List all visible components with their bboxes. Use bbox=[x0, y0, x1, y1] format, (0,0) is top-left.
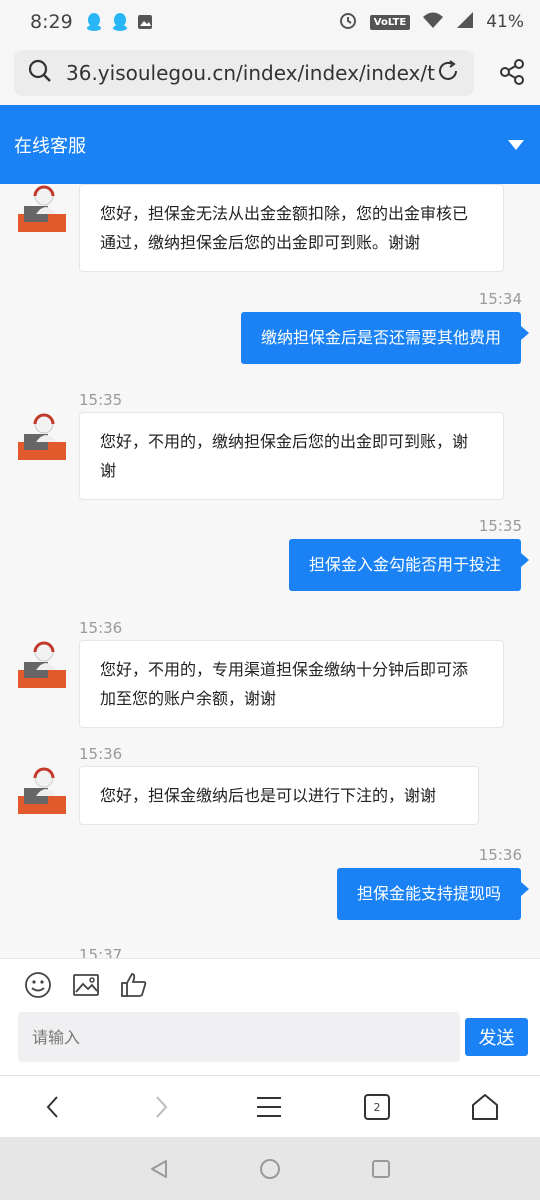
refresh-icon[interactable] bbox=[436, 59, 460, 87]
url-text[interactable]: 36.yisoulegou.cn/index/index/index/t bbox=[66, 61, 436, 85]
search-icon bbox=[28, 59, 52, 87]
composer-tools bbox=[24, 971, 148, 999]
chevron-down-icon[interactable] bbox=[508, 139, 524, 150]
battery-level: 41% bbox=[486, 12, 524, 32]
agent-avatar bbox=[18, 640, 66, 688]
thumbs-up-icon[interactable] bbox=[120, 971, 148, 999]
message-bubble-incoming: 您好，不用的，缴纳担保金后您的出金即可到账，谢谢 bbox=[79, 412, 504, 500]
menu-icon[interactable] bbox=[254, 1092, 284, 1122]
message-time: 15:36 bbox=[478, 846, 522, 864]
signal-icon bbox=[456, 11, 474, 34]
image-icon[interactable] bbox=[72, 971, 100, 999]
volte-badge: VoLTE bbox=[369, 14, 411, 30]
chat-list[interactable]: 您好，担保金无法从出金金额扣除，您的出金审核已通过，缴纳担保金后您的出金即可到账… bbox=[0, 184, 540, 958]
emoji-icon[interactable] bbox=[24, 971, 52, 999]
message-time: 15:34 bbox=[478, 290, 522, 308]
system-navigation-bar bbox=[0, 1137, 540, 1200]
message-time: 15:37 bbox=[79, 946, 123, 958]
status-right: VoLTE 41% bbox=[338, 10, 524, 35]
nav-back-icon[interactable] bbox=[148, 1158, 170, 1180]
message-bubble-outgoing: 缴纳担保金后是否还需要其他费用 bbox=[240, 312, 530, 364]
tabs-icon[interactable]: 2 bbox=[362, 1092, 392, 1122]
agent-avatar bbox=[18, 766, 66, 814]
qq-icon bbox=[85, 12, 103, 32]
qq-icon bbox=[111, 12, 129, 32]
tab-count: 2 bbox=[373, 1100, 381, 1114]
wifi-icon bbox=[422, 11, 444, 34]
message-bubble-incoming: 您好，不用的，专用渠道担保金缴纳十分钟后即可添加至您的账户余额，谢谢 bbox=[79, 640, 504, 728]
image-icon bbox=[137, 14, 153, 30]
back-icon[interactable] bbox=[38, 1092, 68, 1122]
message-bubble-incoming: 您好，担保金缴纳后也是可以进行下注的，谢谢 bbox=[79, 766, 479, 825]
nav-home-icon[interactable] bbox=[259, 1158, 281, 1180]
send-button[interactable]: 发送 bbox=[465, 1018, 528, 1056]
composer: 发送 bbox=[0, 958, 540, 1075]
status-time: 8:29 bbox=[30, 11, 73, 33]
message-time: 15:36 bbox=[79, 745, 123, 763]
message-time: 15:36 bbox=[79, 619, 123, 637]
message-time: 15:35 bbox=[79, 391, 123, 409]
agent-avatar bbox=[18, 184, 66, 232]
address-bar[interactable]: 36.yisoulegou.cn/index/index/index/t bbox=[14, 50, 474, 96]
chat-header: 在线客服 bbox=[0, 105, 540, 184]
message-time: 15:35 bbox=[478, 517, 522, 535]
message-bubble-outgoing: 担保金入金勾能否用于投注 bbox=[288, 539, 530, 591]
agent-avatar bbox=[18, 412, 66, 460]
browser-toolbar: 2 bbox=[0, 1075, 540, 1137]
message-bubble-incoming: 您好，担保金无法从出金金额扣除，您的出金审核已通过，缴纳担保金后您的出金即可到账… bbox=[79, 184, 504, 272]
alarm-icon bbox=[338, 10, 358, 35]
message-input[interactable] bbox=[18, 1012, 460, 1062]
page-title: 在线客服 bbox=[14, 135, 86, 157]
nav-recents-icon[interactable] bbox=[370, 1158, 392, 1180]
share-icon[interactable] bbox=[498, 58, 526, 86]
browser-address-area: 36.yisoulegou.cn/index/index/index/t bbox=[0, 44, 540, 105]
status-bar: 8:29 VoLTE 41% bbox=[0, 0, 540, 44]
message-bubble-outgoing: 担保金能支持提现吗 bbox=[336, 868, 530, 920]
forward-icon[interactable] bbox=[146, 1092, 176, 1122]
home-icon[interactable] bbox=[470, 1092, 500, 1122]
